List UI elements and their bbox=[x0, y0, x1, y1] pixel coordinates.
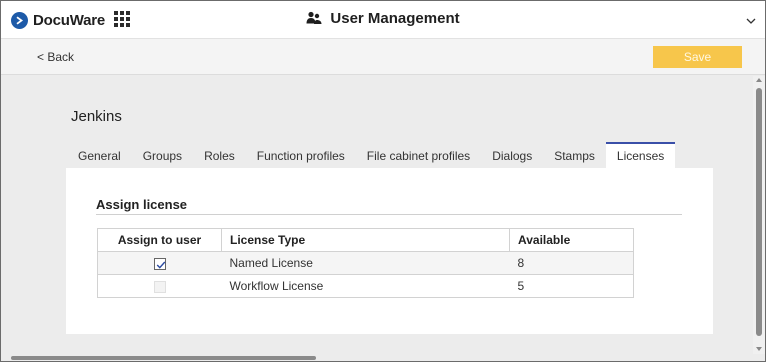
license-type-cell: Workflow License bbox=[221, 274, 510, 298]
column-header-license-type: License Type bbox=[221, 228, 510, 252]
tab-roles[interactable]: Roles bbox=[193, 142, 246, 168]
vertical-scroll-thumb[interactable] bbox=[756, 88, 762, 336]
chevron-down-icon[interactable] bbox=[745, 14, 757, 26]
check-icon bbox=[156, 261, 166, 269]
available-cell: 8 bbox=[509, 251, 634, 275]
tab-file-cabinet-profiles[interactable]: File cabinet profiles bbox=[356, 142, 481, 168]
user-name-heading: Jenkins bbox=[71, 108, 122, 125]
tab-dialogs[interactable]: Dialogs bbox=[481, 142, 543, 168]
assign-checkbox-named-license[interactable] bbox=[153, 257, 166, 270]
tab-general[interactable]: General bbox=[67, 142, 132, 168]
app-title-text: User Management bbox=[330, 10, 460, 27]
tab-bar: General Groups Roles Function profiles F… bbox=[67, 142, 676, 168]
horizontal-scrollbar[interactable] bbox=[1, 354, 753, 361]
scroll-down-arrow-icon[interactable] bbox=[756, 347, 762, 351]
column-header-assign: Assign to user bbox=[97, 228, 222, 252]
vertical-scrollbar[interactable] bbox=[753, 76, 765, 354]
main-content: Jenkins General Groups Roles Function pr… bbox=[1, 76, 753, 354]
assign-cell bbox=[97, 274, 222, 298]
tab-stamps[interactable]: Stamps bbox=[543, 142, 606, 168]
horizontal-scroll-thumb[interactable] bbox=[11, 356, 316, 360]
section-divider bbox=[96, 214, 682, 215]
top-bar: DocuWare User Management bbox=[1, 1, 765, 39]
back-button[interactable]: < Back bbox=[37, 50, 74, 64]
assign-checkbox-workflow-license bbox=[153, 280, 166, 293]
column-header-available: Available bbox=[509, 228, 634, 252]
app-title: User Management bbox=[1, 10, 765, 29]
save-button[interactable]: Save bbox=[653, 46, 742, 68]
tab-groups[interactable]: Groups bbox=[132, 142, 193, 168]
table-row: Workflow License 5 bbox=[97, 274, 634, 298]
table-row: Named License 8 bbox=[97, 251, 634, 275]
scroll-up-arrow-icon[interactable] bbox=[756, 78, 762, 82]
licenses-panel: Assign license Assign to user License Ty… bbox=[66, 168, 713, 334]
table-header-row: Assign to user License Type Available bbox=[97, 228, 634, 252]
available-cell: 5 bbox=[509, 274, 634, 298]
tab-function-profiles[interactable]: Function profiles bbox=[246, 142, 356, 168]
assign-cell bbox=[97, 251, 222, 275]
licenses-table: Assign to user License Type Available Na… bbox=[97, 228, 634, 298]
license-type-cell: Named License bbox=[221, 251, 510, 275]
tab-licenses[interactable]: Licenses bbox=[605, 142, 676, 168]
section-title: Assign license bbox=[96, 197, 188, 212]
users-icon bbox=[306, 11, 322, 29]
action-bar: < Back Save bbox=[1, 39, 765, 75]
app-window: DocuWare User Management < Back Save Jen… bbox=[0, 0, 766, 362]
